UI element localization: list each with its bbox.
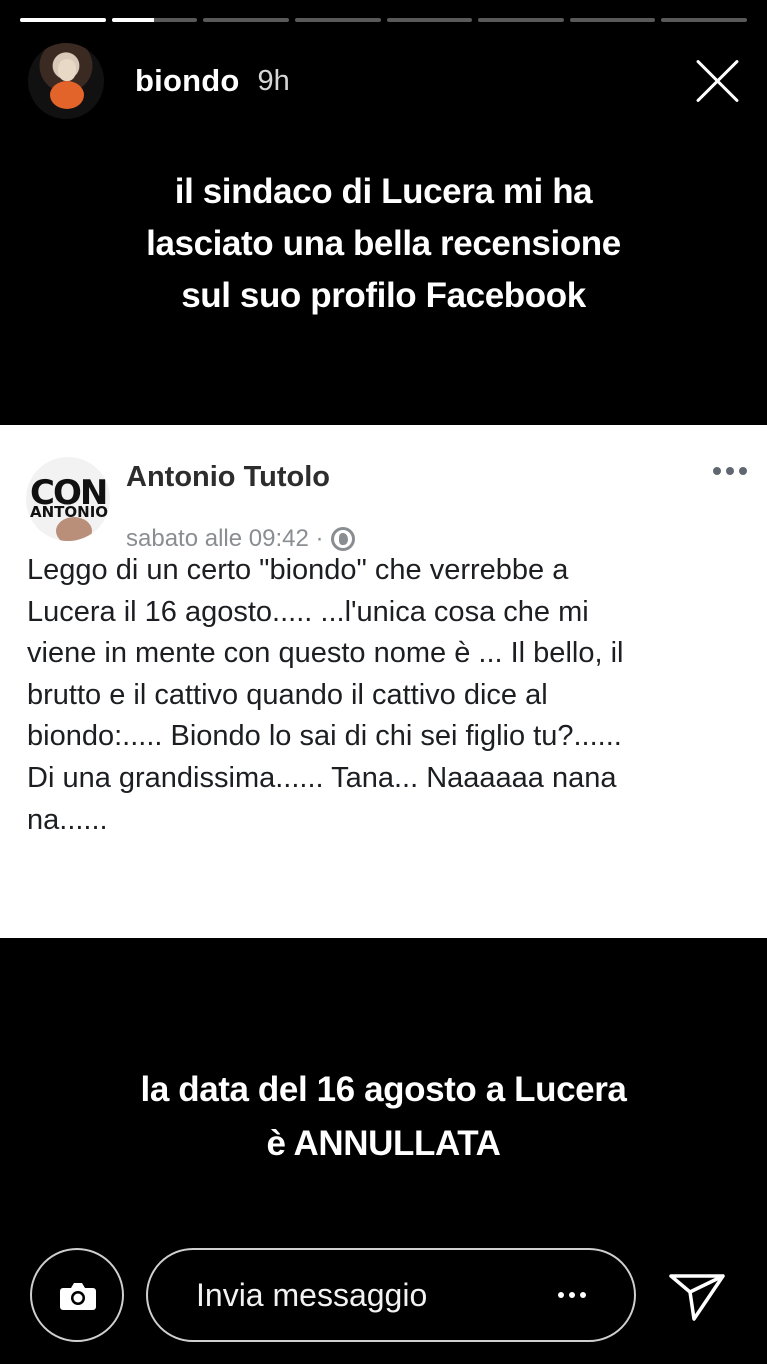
story-progress-segment <box>203 18 289 22</box>
facebook-avatar: CON ANTONIO <box>26 457 110 541</box>
story-caption-top: il sindaco di Lucera mi ha lasciato una b… <box>60 166 707 322</box>
camera-button[interactable] <box>30 1248 124 1342</box>
camera-icon <box>60 1283 96 1310</box>
post-time: 9h <box>257 64 290 97</box>
story-footer: Invia messaggio <box>28 1248 739 1346</box>
story-header: biondo 9h <box>28 42 743 120</box>
facebook-post-body: Leggo di un certo "biondo" che verrebbe … <box>27 554 624 836</box>
story-progress-segment <box>569 18 656 22</box>
avatar[interactable] <box>28 43 104 119</box>
story-progress-segment <box>386 18 473 22</box>
story-progress-segment <box>294 18 381 22</box>
story-progress-segment <box>661 18 747 22</box>
facebook-author-name: Antonio Tutolo <box>126 461 330 493</box>
send-icon[interactable] <box>668 1272 726 1322</box>
close-icon[interactable] <box>693 56 743 106</box>
globe-icon <box>331 527 356 551</box>
story-progress-segment <box>478 18 564 22</box>
caption-line: lasciato una bella recensione <box>146 224 621 263</box>
story-progress-segment <box>111 18 198 22</box>
story-progress-segment <box>20 18 106 22</box>
story-progress-bar <box>20 18 747 22</box>
facebook-post-screenshot: CON ANTONIO Antonio Tutolo sabato alle 0… <box>0 425 767 938</box>
facebook-post-header: CON ANTONIO Antonio Tutolo sabato alle 0… <box>26 449 747 552</box>
facebook-post-date: sabato alle 09:42 · <box>126 525 324 552</box>
facebook-post-meta: sabato alle 09:42 · <box>126 525 356 553</box>
more-horizontal-icon <box>713 467 747 475</box>
message-placeholder: Invia messaggio <box>196 1276 428 1313</box>
story-caption-bottom: la data del 16 agosto a Lucera è ANNULLAT… <box>60 1063 707 1171</box>
more-horizontal-icon[interactable] <box>558 1292 586 1298</box>
caption-line: sul suo profilo Facebook <box>181 276 586 315</box>
caption-line: è ANNULLATA <box>266 1124 501 1163</box>
caption-line: il sindaco di Lucera mi ha <box>174 172 593 211</box>
message-input[interactable]: Invia messaggio <box>146 1248 636 1342</box>
caption-line: la data del 16 agosto a Lucera <box>140 1070 627 1109</box>
username[interactable]: biondo <box>135 63 240 99</box>
